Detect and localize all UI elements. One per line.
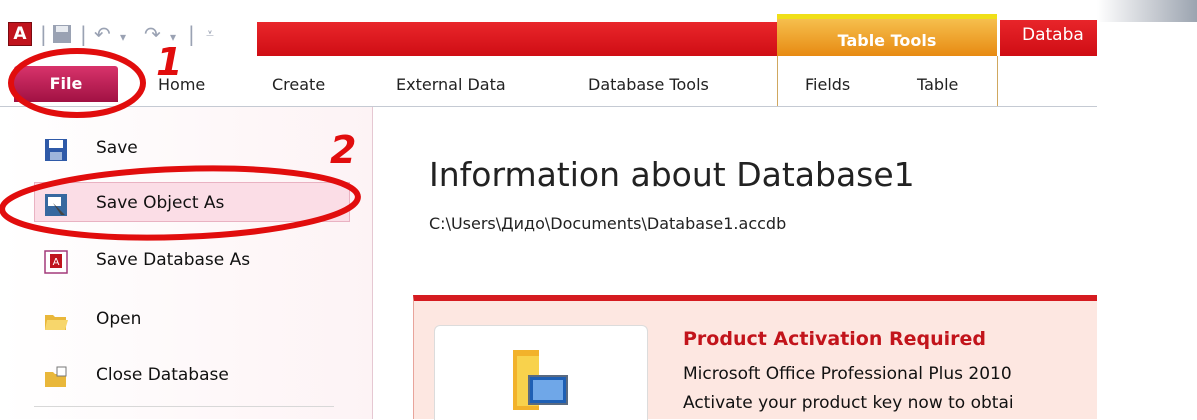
- separator-icon: |: [80, 22, 87, 46]
- tab-external-data[interactable]: External Data: [396, 75, 506, 94]
- svg-text:A: A: [53, 257, 60, 268]
- separator-icon: |: [188, 22, 195, 46]
- separator-icon: |: [40, 22, 47, 46]
- tab-fields[interactable]: Fields: [805, 75, 850, 94]
- activation-instruction: Activate your product key now to obtai: [683, 393, 1014, 413]
- window-title: Databa: [1022, 25, 1084, 45]
- activation-icon-button[interactable]: [434, 325, 648, 420]
- save-quick-icon[interactable]: [52, 24, 72, 44]
- save-database-as-icon: A: [44, 250, 68, 274]
- undo-dropdown-icon[interactable]: ▾: [120, 30, 126, 44]
- close-database-icon: [45, 366, 67, 387]
- access-backstage-window: A | | ↶ ▾ ↷ ▾ | ⩡ Table Tools Databa Fil…: [0, 0, 1197, 420]
- annotation-step-1: 1: [156, 40, 183, 84]
- tab-create[interactable]: Create: [272, 75, 325, 94]
- title-bar: [257, 22, 777, 56]
- table-tools-label: Table Tools: [837, 31, 937, 50]
- menu-divider: [34, 406, 334, 407]
- undo-icon[interactable]: ↶: [94, 22, 111, 46]
- tab-table[interactable]: Table: [917, 75, 958, 94]
- activation-product: Microsoft Office Professional Plus 2010: [683, 364, 1012, 384]
- menu-item-label: Close Database: [96, 365, 229, 385]
- menu-item-label: Save Database As: [96, 250, 251, 270]
- annotation-step-2: 2: [330, 128, 357, 172]
- computer-icon: [513, 350, 568, 410]
- access-app-icon[interactable]: A: [8, 22, 32, 46]
- activation-title: Product Activation Required: [683, 328, 987, 350]
- open-folder-icon: [45, 315, 68, 330]
- save-object-as-icon: [45, 194, 67, 216]
- menu-item-label: Save: [96, 138, 138, 158]
- context-divider: [997, 56, 998, 106]
- menu-item-label: Open: [96, 309, 142, 329]
- tab-database-tools[interactable]: Database Tools: [588, 75, 709, 94]
- table-tools-context-group: Table Tools: [777, 14, 997, 56]
- window-controls[interactable]: [1097, 0, 1197, 22]
- tab-file[interactable]: File: [14, 66, 118, 102]
- database-path: C:\Users\Дидо\Documents\Database1.accdb: [429, 214, 787, 233]
- context-divider: [777, 56, 778, 106]
- menu-item-label: Save Object As: [96, 193, 225, 213]
- window-title-area: Databa: [1000, 20, 1097, 56]
- customize-qat-icon[interactable]: ⩡: [206, 26, 214, 42]
- save-icon: [45, 139, 67, 161]
- info-title: Information about Database1: [429, 155, 915, 194]
